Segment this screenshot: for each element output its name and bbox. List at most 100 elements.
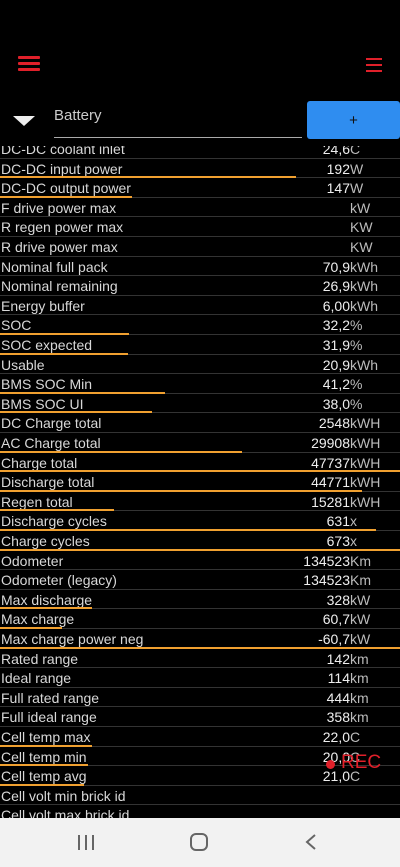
item-value: 41,2 xyxy=(322,376,350,393)
list-item[interactable]: DC-DC output power 147 W xyxy=(0,178,400,198)
item-unit: C xyxy=(350,729,361,745)
list-item[interactable]: DC-DC coolant inlet 24,6 C xyxy=(0,146,400,159)
item-value: 114 xyxy=(327,670,350,687)
item-value: 22,0 xyxy=(322,729,350,745)
item-unit: C xyxy=(350,146,361,157)
list-item[interactable]: R drive power max KW xyxy=(0,237,400,257)
item-label: DC Charge total xyxy=(1,415,102,432)
item-label: Usable xyxy=(1,356,45,373)
item-unit: kWH xyxy=(350,474,381,491)
system-nav-bar xyxy=(0,818,400,867)
overflow-menu-icon[interactable] xyxy=(366,58,382,72)
item-unit: kW xyxy=(350,611,371,628)
item-unit: kWh xyxy=(350,356,378,373)
item-label: R drive power max xyxy=(1,239,118,255)
item-unit: KW xyxy=(350,219,373,236)
list-item[interactable]: Nominal full pack 70,9 kWh xyxy=(0,257,400,277)
item-label: Discharge total xyxy=(1,474,95,491)
item-unit: kWH xyxy=(350,435,381,451)
list-item[interactable]: R regen power max KW xyxy=(0,217,400,237)
item-label: Full ideal range xyxy=(1,709,97,726)
item-unit: kW xyxy=(350,591,371,608)
list-item[interactable]: DC Charge total 2548 kWH xyxy=(0,413,400,433)
list-item[interactable]: Max discharge 328 kW xyxy=(0,590,400,610)
list-item[interactable]: Cell temp max 22,0 C xyxy=(0,727,400,747)
item-value: 26,9 xyxy=(322,278,350,295)
list-item[interactable]: Max charge 60,7 kW xyxy=(0,609,400,629)
list-item[interactable]: AC Charge total 29908 kWH xyxy=(0,433,400,453)
data-list[interactable]: DC-DC coolant inlet 24,6 C DC-DC input powe… xyxy=(0,146,400,818)
item-unit: x xyxy=(350,533,357,549)
item-unit: kWH xyxy=(350,415,381,432)
list-item[interactable]: Ideal range 114 km xyxy=(0,668,400,688)
item-label: Rated range xyxy=(1,650,79,667)
item-unit: % xyxy=(350,395,363,412)
list-item[interactable]: Cell volt max brick id xyxy=(0,805,400,818)
item-unit: km xyxy=(350,670,369,687)
item-label: Full rated range xyxy=(1,689,100,706)
list-item[interactable]: Odometer (legacy) 134523 Km xyxy=(0,570,400,590)
item-value: 444 xyxy=(326,689,350,706)
item-label: Ideal range xyxy=(1,670,72,687)
list-item[interactable]: Charge total 47737 kWH xyxy=(0,453,400,473)
item-unit: KW xyxy=(350,239,373,255)
category-selector[interactable]: Battery xyxy=(54,104,302,138)
list-item[interactable]: Cell volt min brick id xyxy=(0,786,400,806)
list-item[interactable]: SOC 32,2% xyxy=(0,315,400,335)
add-button[interactable]: + xyxy=(307,101,400,139)
item-unit: km xyxy=(350,689,369,706)
list-item[interactable]: BMS SOC UI 38,0% xyxy=(0,394,400,414)
list-item[interactable]: Charge cycles 673 x xyxy=(0,531,400,551)
item-value: -60,7 xyxy=(318,631,350,647)
item-value: 29908 xyxy=(311,435,350,451)
list-item[interactable]: Full rated range 444 km xyxy=(0,688,400,708)
item-value: 24,6 xyxy=(322,146,350,157)
item-label: Cell volt min brick id xyxy=(1,787,126,804)
item-value: 47737 xyxy=(311,454,350,471)
home-icon[interactable] xyxy=(190,833,208,851)
item-label: F drive power max xyxy=(1,199,117,216)
list-item[interactable]: Usable 20,9 kWh xyxy=(0,355,400,375)
item-unit: x xyxy=(350,513,357,530)
item-unit: % xyxy=(350,337,363,353)
item-label: R regen power max xyxy=(1,219,124,236)
item-value: 142 xyxy=(326,650,350,667)
list-item[interactable]: Nominal remaining 26,9 kWh xyxy=(0,276,400,296)
list-item[interactable]: Regen total 15281 kWH xyxy=(0,492,400,512)
item-unit: Km xyxy=(350,572,371,589)
list-item[interactable]: Max charge power neg -60,7 kW xyxy=(0,629,400,649)
item-label: Cell temp min xyxy=(1,748,87,765)
item-unit: kWh xyxy=(350,297,378,314)
item-unit: kWh xyxy=(350,258,378,275)
list-item[interactable]: SOC expected 31,9% xyxy=(0,335,400,355)
list-item[interactable]: F drive power max kW xyxy=(0,198,400,218)
item-unit: kWH xyxy=(350,454,381,471)
list-item[interactable]: Odometer 134523 Km xyxy=(0,551,400,571)
item-value: 673 xyxy=(326,533,350,549)
item-unit: kW xyxy=(350,631,371,647)
list-item[interactable]: Full ideal range 358 km xyxy=(0,707,400,727)
record-dot-icon xyxy=(326,760,335,769)
item-value: 6,00 xyxy=(322,297,350,314)
back-icon[interactable] xyxy=(305,834,317,850)
list-item[interactable]: DC-DC input power 192 W xyxy=(0,159,400,179)
list-item[interactable]: Discharge total 44771 kWH xyxy=(0,472,400,492)
recent-apps-icon[interactable] xyxy=(78,835,96,850)
list-item[interactable]: Energy buffer 6,00 kWh xyxy=(0,296,400,316)
item-label: Cell temp max xyxy=(1,729,91,745)
item-value: 2548 xyxy=(318,415,350,432)
item-unit: Km xyxy=(350,552,371,569)
list-item[interactable]: BMS SOC Min 41,2% xyxy=(0,374,400,394)
dropdown-arrow-icon[interactable] xyxy=(13,116,35,126)
list-item[interactable]: Rated range 142 km xyxy=(0,649,400,669)
item-label: Charge cycles xyxy=(1,533,90,549)
item-label: SOC expected xyxy=(1,337,93,353)
hamburger-menu-icon[interactable] xyxy=(18,56,40,72)
item-unit: W xyxy=(350,180,364,197)
item-label: DC-DC coolant inlet xyxy=(1,146,125,157)
item-value: 32,2 xyxy=(322,317,350,334)
list-item[interactable]: Discharge cycles 631 x xyxy=(0,511,400,531)
item-unit: kWh xyxy=(350,278,378,295)
item-value: 328 xyxy=(326,591,350,608)
item-unit: kWH xyxy=(350,493,381,510)
